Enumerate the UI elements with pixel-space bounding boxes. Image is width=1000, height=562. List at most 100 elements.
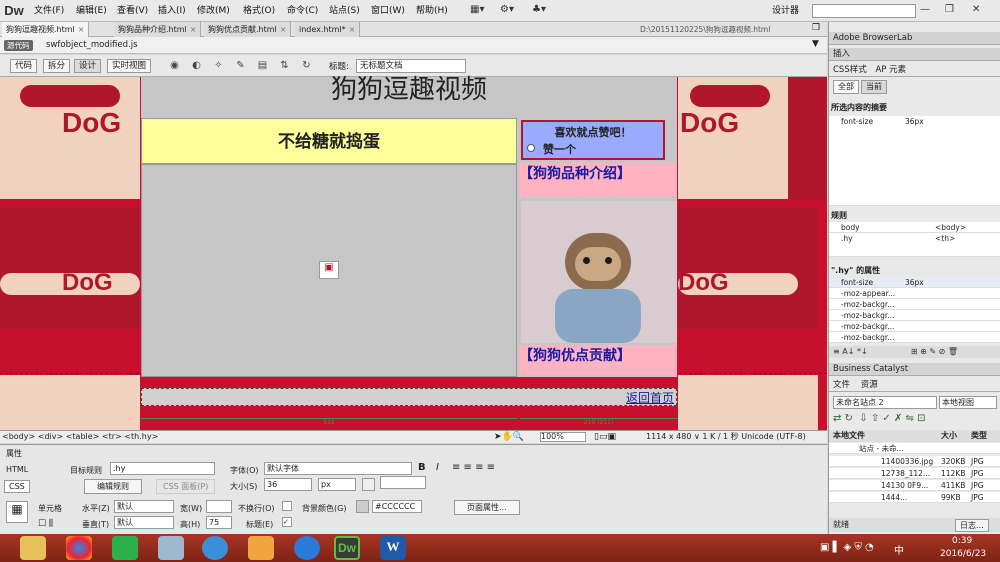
tab-css-styles[interactable]: CSS样式	[833, 65, 867, 75]
view-select[interactable]: 本地视图	[939, 396, 997, 409]
site-root-row[interactable]: 站点 - 未命...	[829, 443, 1000, 454]
tab-assets[interactable]: 资源	[861, 380, 878, 390]
menu-command[interactable]: 命令(C)	[287, 0, 318, 22]
live-view-button[interactable]: 实时视图	[107, 59, 152, 73]
file-row[interactable]: 12738_112... 112KB JPG	[829, 468, 1000, 479]
tab-ap-elements[interactable]: AP 元素	[875, 65, 906, 75]
ime-indicator[interactable]: 中	[894, 542, 904, 557]
html-mode-button[interactable]: HTML	[6, 465, 28, 474]
layout-icon[interactable]: ▦▾	[470, 4, 484, 18]
site-select[interactable]: 未命名站点 2	[833, 396, 937, 409]
vert-select[interactable]: 默认	[114, 516, 174, 529]
code-view-button[interactable]: 代码	[10, 59, 38, 73]
related-file-link[interactable]: swfobject_modified.js	[46, 39, 138, 52]
browserlab-panel-header[interactable]: Adobe BrowserLab	[829, 32, 1000, 45]
visual-aids-icon[interactable]: ✎	[234, 60, 247, 72]
font-select[interactable]: 默认字体	[264, 462, 412, 475]
menu-window[interactable]: 窗口(W)	[371, 0, 405, 22]
preview-icon[interactable]: ◐	[190, 60, 203, 72]
color-input[interactable]	[380, 476, 426, 489]
validate-icon[interactable]: ▤	[256, 60, 269, 72]
menu-modify[interactable]: 修改(M)	[197, 0, 230, 22]
close-tab-icon[interactable]: ×	[78, 25, 85, 34]
page-table[interactable]: 狗狗逗趣视频 不给糖就捣蛋 ▣ 喜欢就点赞吧！ 赞一个 【狗狗品种介绍】 【狗狗…	[141, 77, 677, 377]
search-input[interactable]	[812, 4, 916, 18]
restore-doc-icon[interactable]: ❐	[812, 23, 820, 33]
file-explorer-icon[interactable]	[20, 536, 46, 560]
tag-selector[interactable]: <body> <div> <table> <tr> <th.hy>	[2, 431, 158, 443]
close-tab-icon[interactable]: ×	[280, 25, 287, 34]
tray-icons[interactable]: ▣ ▌ ◈ ⛨ ◔	[820, 542, 874, 553]
header-checkbox[interactable]: ✓	[282, 517, 292, 527]
design-view-button[interactable]: 设计	[74, 59, 102, 73]
page-heading[interactable]: 狗狗逗趣视频	[141, 77, 677, 117]
window-size-icons[interactable]: ▯▭▣	[594, 431, 616, 443]
workspace-switcher[interactable]: 设计器	[772, 0, 799, 22]
color-swatch[interactable]	[362, 478, 375, 491]
close-tab-icon[interactable]: ×	[190, 25, 197, 34]
file-row[interactable]: 1444... 99KB JPG	[829, 492, 1000, 503]
page-properties-button[interactable]: 页面属性...	[454, 500, 520, 515]
target-rule-select[interactable]: .hy	[110, 462, 215, 475]
size-select[interactable]: 36	[264, 478, 312, 491]
breed-link[interactable]: 【狗狗品种介绍】	[519, 163, 677, 197]
horz-select[interactable]: 默认	[114, 500, 174, 513]
menu-file[interactable]: 文件(F)	[34, 0, 64, 22]
tab-doc-1[interactable]: 狗狗逗趣视频.html ×	[2, 22, 90, 37]
width-input[interactable]	[206, 500, 232, 513]
file-row[interactable]: 11400336.jpg 320KB JPG	[829, 456, 1000, 467]
refresh-icon[interactable]: ↻	[300, 60, 313, 72]
all-button[interactable]: 全部	[833, 80, 859, 94]
bg-color-input[interactable]: #CCCCCC	[372, 500, 422, 513]
menu-view[interactable]: 查看(V)	[117, 0, 148, 22]
zoom-select[interactable]: 100%	[540, 432, 586, 442]
tab-files[interactable]: 文件	[833, 380, 850, 390]
gear-icon[interactable]: ⚙▾	[500, 4, 514, 18]
files-toolbar-icons[interactable]: ⇄ ↻ ⇩ ⇧ ✓ ✗ ⇋ ⊡	[833, 413, 925, 424]
menu-format[interactable]: 格式(O)	[243, 0, 275, 22]
log-button[interactable]: 日志...	[955, 519, 989, 532]
align-icons[interactable]: ≡ ≡ ≡ ≡	[452, 462, 495, 473]
menu-site[interactable]: 站点(S)	[329, 0, 360, 22]
menu-edit[interactable]: 编辑(E)	[76, 0, 107, 22]
split-view-button[interactable]: 拆分	[43, 59, 71, 73]
css-panel-button[interactable]: CSS 面板(P)	[156, 479, 216, 494]
nowrap-checkbox[interactable]	[282, 501, 292, 511]
select-tool-icon[interactable]: ➤✋🔍	[494, 431, 524, 443]
menu-insert[interactable]: 插入(I)	[158, 0, 186, 22]
app-icon[interactable]	[248, 536, 274, 560]
merge-split-icons[interactable]: ☐ ⫼	[38, 519, 53, 529]
current-button[interactable]: 当前	[861, 80, 887, 94]
unit-select[interactable]: px	[318, 478, 356, 491]
bold-icon[interactable]: B	[418, 462, 426, 473]
file-management-icon[interactable]: ⇅	[278, 60, 291, 72]
browser-icon[interactable]	[66, 536, 92, 560]
tab-doc-4[interactable]: index.html* ×	[295, 22, 361, 37]
inspect-icon[interactable]: ◉	[168, 60, 181, 72]
tab-doc-3[interactable]: 狗狗优点贡献.html ×	[204, 22, 292, 37]
sogou-icon[interactable]	[202, 536, 228, 560]
menu-help[interactable]: 帮助(H)	[416, 0, 448, 22]
back-home-link[interactable]: 返回首页	[141, 388, 677, 406]
tab-doc-2[interactable]: 狗狗品种介绍.html ×	[114, 22, 202, 37]
site-icon[interactable]: ♣▾	[532, 4, 546, 18]
insert-panel-header[interactable]: 插入	[829, 48, 1000, 61]
bg-color-swatch[interactable]	[356, 500, 369, 513]
file-row[interactable]: 14130 0F9... 411KB JPG	[829, 480, 1000, 491]
like-radio[interactable]	[527, 144, 535, 152]
word-icon[interactable]: W	[380, 536, 406, 560]
source-code-tag[interactable]: 源代码	[4, 40, 33, 51]
close-icon[interactable]: ✕	[972, 4, 980, 18]
browser-icon[interactable]	[294, 536, 320, 560]
debug-icon[interactable]: ✧	[212, 60, 225, 72]
minimize-icon[interactable]: —	[920, 4, 930, 18]
css-panel-footer-icons[interactable]: ≡ A↓ *↓ ⊞ ⊕ ✎ ⊘ 🗑	[829, 346, 1000, 358]
height-input[interactable]: 75	[206, 516, 232, 529]
close-tab-icon[interactable]: ×	[349, 25, 356, 34]
banner-cell[interactable]: 不给糖就捣蛋	[141, 118, 517, 164]
dreamweaver-icon[interactable]: Dw	[334, 536, 360, 560]
media-player-icon[interactable]	[112, 536, 138, 560]
css-mode-button[interactable]: CSS	[4, 480, 30, 493]
contribution-link[interactable]: 【狗狗优点贡献】	[519, 345, 677, 375]
filter-icon[interactable]: ▼	[812, 39, 819, 49]
